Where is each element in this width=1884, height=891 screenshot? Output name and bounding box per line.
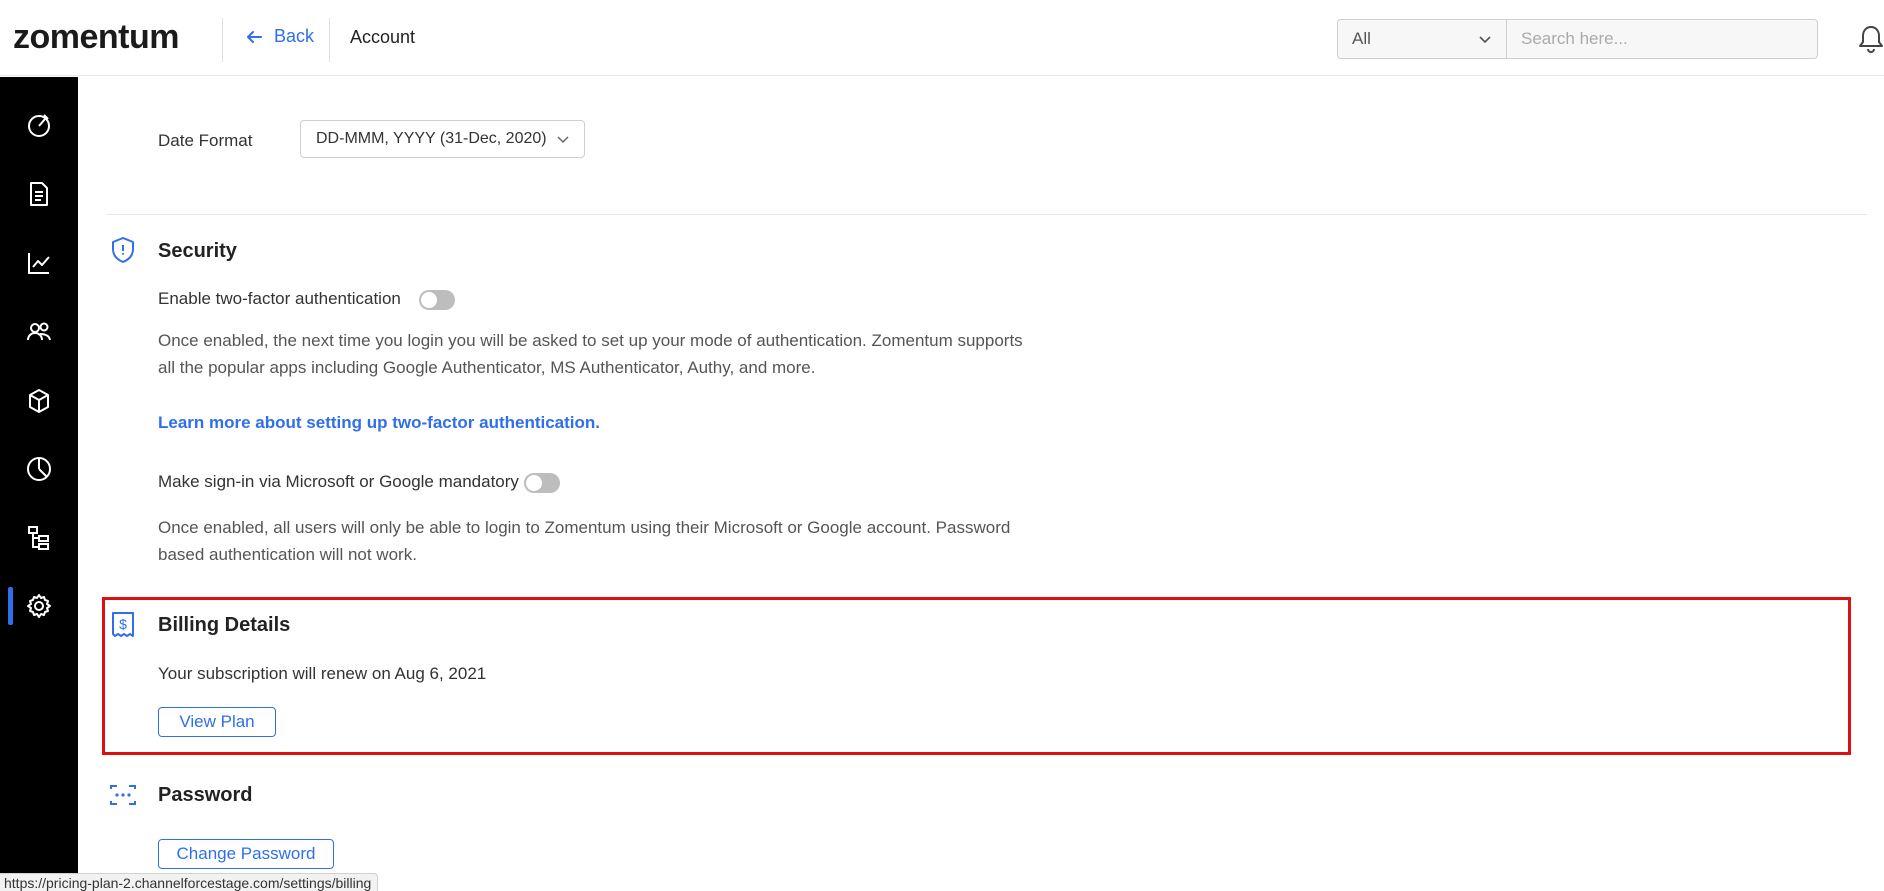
sidebar-item-hierarchy[interactable]: [0, 512, 78, 564]
change-password-button[interactable]: Change Password: [158, 839, 334, 869]
sso-description-line1: Once enabled, all users will only be abl…: [158, 518, 1011, 537]
learn-more-two-factor-link[interactable]: Learn more about setting up two-factor a…: [158, 413, 600, 433]
two-factor-description-line1: Once enabled, the next time you login yo…: [158, 331, 1023, 350]
arrow-left-icon: [247, 30, 262, 43]
top-header: zomentum Back Account All: [0, 0, 1884, 76]
security-title: Security: [158, 240, 237, 262]
sidebar-item-settings[interactable]: [0, 580, 78, 632]
view-plan-button[interactable]: View Plan: [158, 707, 276, 737]
sidebar-item-clients[interactable]: [0, 306, 78, 358]
analytics-icon: [28, 253, 50, 274]
bell-icon[interactable]: [1858, 24, 1884, 54]
document-icon: [30, 182, 48, 206]
back-link[interactable]: Back: [244, 26, 314, 47]
header-divider: [329, 18, 330, 62]
date-format-label: Date Format: [158, 131, 253, 150]
search-scope-select[interactable]: All: [1337, 19, 1507, 59]
sidebar-item-products[interactable]: [0, 375, 78, 427]
back-label: Back: [274, 26, 315, 46]
two-factor-label: Enable two-factor authentication: [158, 289, 401, 308]
page-title: Account: [350, 27, 416, 47]
password-title: Password: [158, 784, 253, 806]
sso-mandatory-toggle[interactable]: [524, 473, 560, 493]
sidebar-item-analytics[interactable]: [0, 237, 78, 289]
zomentum-logo[interactable]: zomentum: [13, 18, 180, 57]
reports-icon: [27, 457, 51, 481]
shield-icon: [112, 237, 134, 263]
sso-mandatory-label: Make sign-in via Microsoft or Google man…: [158, 472, 519, 491]
hierarchy-icon: [28, 526, 49, 550]
sidebar-item-reports[interactable]: [0, 443, 78, 495]
receipt-icon: $: [112, 612, 134, 637]
date-format-select[interactable]: DD-MMM, YYYY (31-Dec, 2020): [300, 120, 585, 158]
sidebar-item-dashboard[interactable]: [0, 99, 78, 151]
section-divider: [107, 214, 1867, 215]
search-scope-value: All: [1352, 29, 1371, 48]
logo-text: zomentum: [13, 18, 180, 56]
dashboard-icon: [28, 114, 50, 137]
date-format-value: DD-MMM, YYYY (31-Dec, 2020): [316, 130, 547, 147]
sidebar: [0, 77, 78, 891]
products-icon: [29, 389, 49, 413]
settings-icon: [27, 594, 51, 618]
sso-description-line2: based authentication will not work.: [158, 545, 417, 564]
subscription-renewal-text: Your subscription will renew on Aug 6, 2…: [158, 664, 487, 683]
status-bar-url: https://pricing-plan-2.channelforcestage…: [0, 873, 379, 891]
svg-text:$: $: [119, 616, 127, 632]
password-icon: [110, 785, 136, 805]
chevron-down-icon: [557, 136, 569, 144]
two-factor-description-line2: all the popular apps including Google Au…: [158, 358, 816, 377]
clients-icon: [27, 322, 51, 341]
header-divider: [222, 18, 223, 62]
billing-title: Billing Details: [158, 614, 291, 636]
search-input[interactable]: [1506, 19, 1818, 59]
sidebar-item-documents[interactable]: [0, 168, 78, 220]
two-factor-toggle[interactable]: [419, 290, 455, 310]
chevron-down-icon: [1479, 36, 1491, 44]
